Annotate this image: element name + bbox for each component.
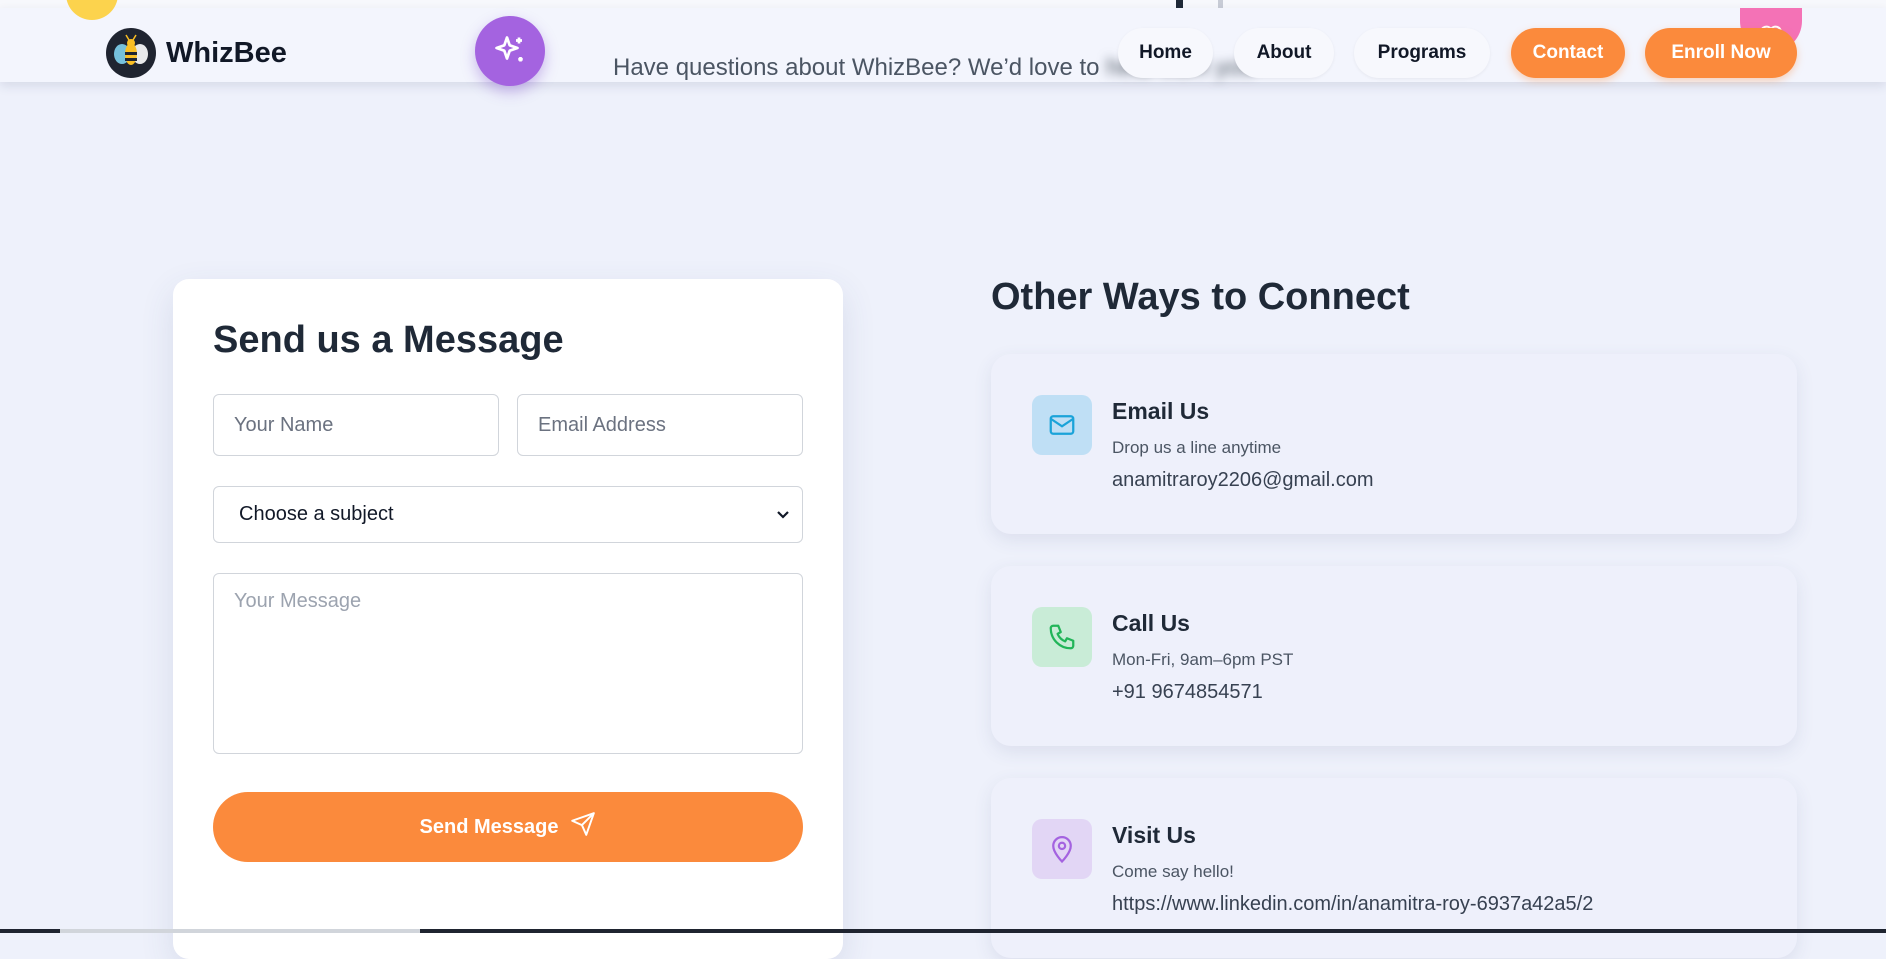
brand-logo[interactable]: WhizBee xyxy=(106,28,287,78)
nav-home[interactable]: Home xyxy=(1118,28,1213,78)
call-card-subtitle: Mon-Fri, 9am–6pm PST xyxy=(1112,650,1294,669)
enroll-now-button[interactable]: Enroll Now xyxy=(1645,28,1797,78)
email-address-link[interactable]: anamitraroy2206@gmail.com xyxy=(1112,469,1374,492)
email-card: Email Us Drop us a line anytime anamitra… xyxy=(991,354,1797,534)
email-card-subtitle: Drop us a line anytime xyxy=(1112,438,1282,457)
email-card-title: Email Us xyxy=(1112,398,1210,424)
sparkle-icon[interactable] xyxy=(475,16,545,86)
chevron-down-icon xyxy=(776,503,790,526)
bottom-edge-highlight xyxy=(60,929,420,933)
form-title: Send us a Message xyxy=(213,319,564,361)
decorative-yellow-circle xyxy=(66,0,118,20)
nav-programs[interactable]: Programs xyxy=(1354,28,1490,78)
send-message-label: Send Message xyxy=(419,815,559,838)
subject-select[interactable]: Choose a subject xyxy=(213,486,803,543)
linkedin-link[interactable]: https://www.linkedin.com/in/anamitra-roy… xyxy=(1112,893,1593,916)
message-form-card: Send us a Message Choose a subject Send … xyxy=(173,279,843,959)
subject-select-value: Choose a subject xyxy=(239,503,394,525)
call-card-title: Call Us xyxy=(1112,610,1190,636)
email-input[interactable] xyxy=(517,394,803,456)
visit-card-subtitle: Come say hello! xyxy=(1112,862,1234,881)
navbar: WhizBee Have questions about WhizBee? We… xyxy=(0,0,1886,86)
nav-about[interactable]: About xyxy=(1234,28,1334,78)
bee-icon xyxy=(106,28,156,78)
connect-title: Other Ways to Connect xyxy=(991,276,1410,318)
phone-icon xyxy=(1032,607,1092,667)
send-message-button[interactable]: Send Message xyxy=(213,792,803,862)
phone-number-link[interactable]: +91 9674854571 xyxy=(1112,681,1263,704)
call-card: Call Us Mon-Fri, 9am–6pm PST +91 9674854… xyxy=(991,566,1797,746)
visit-card-title: Visit Us xyxy=(1112,822,1196,848)
send-icon xyxy=(570,811,596,843)
hero-subtitle-text: Have questions about WhizBee? We’d love … xyxy=(613,54,1100,81)
nav-contact[interactable]: Contact xyxy=(1511,28,1625,78)
brand-name: WhizBee xyxy=(166,36,287,69)
message-textarea[interactable] xyxy=(213,573,803,754)
map-pin-icon xyxy=(1032,819,1092,879)
mail-icon xyxy=(1032,395,1092,455)
name-input[interactable] xyxy=(213,394,499,456)
